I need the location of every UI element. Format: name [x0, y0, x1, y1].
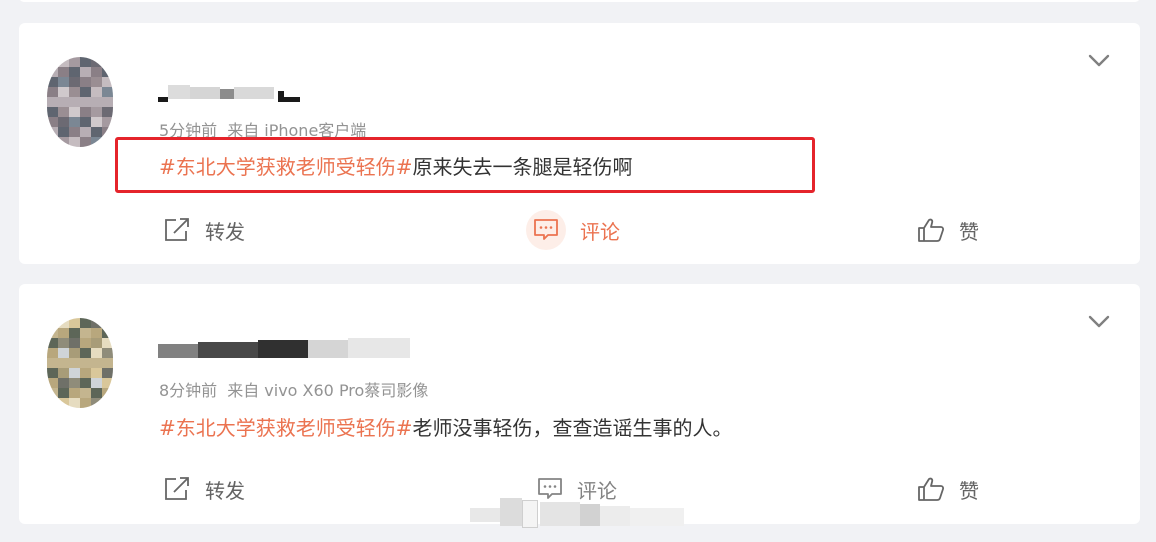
comment-label: 评论: [580, 219, 620, 244]
topic-link[interactable]: #东北大学获救老师受轻伤#: [159, 416, 413, 440]
chevron-down-icon[interactable]: [1088, 53, 1110, 67]
repost-button[interactable]: 转发: [163, 474, 245, 504]
comment-label: 评论: [577, 478, 617, 503]
post-source: 来自 vivo X60 Pro蔡司影像: [227, 381, 429, 400]
comment-icon: [526, 210, 566, 250]
avatar[interactable]: [47, 318, 113, 408]
thumbs-up-icon: [917, 476, 945, 502]
like-label: 赞: [959, 478, 979, 503]
username-blurred[interactable]: [158, 336, 410, 360]
comment-button[interactable]: 评论: [526, 210, 620, 250]
post-meta: 8分钟前 来自 vivo X60 Pro蔡司影像: [159, 377, 428, 401]
post-body-text: 老师没事轻伤，查查造谣生事的人。: [412, 416, 733, 440]
share-icon: [163, 217, 191, 243]
like-label: 赞: [959, 219, 979, 244]
action-bar: 转发 评论 赞: [19, 474, 1140, 504]
chevron-down-icon[interactable]: [1088, 314, 1110, 328]
post-card: 5分钟前 来自 iPhone客户端 #东北大学获救老师受轻伤#原来失去一条腿是轻伤…: [19, 23, 1140, 264]
avatar[interactable]: [47, 57, 113, 147]
post-card: 8分钟前 来自 vivo X60 Pro蔡司影像 #东北大学获救老师受轻伤#老师没…: [19, 284, 1140, 524]
highlight-annotation-box: [115, 137, 815, 193]
post-content: #东北大学获救老师受轻伤#老师没事轻伤，查查造谣生事的人。: [159, 412, 733, 441]
repost-label: 转发: [205, 219, 245, 244]
repost-button[interactable]: 转发: [163, 215, 245, 245]
post-time: 8分钟前: [159, 381, 218, 400]
previous-post-card: [19, 0, 1140, 2]
action-bar: 转发 评论 赞: [19, 210, 1140, 250]
username-blurred[interactable]: [158, 83, 300, 107]
share-icon: [163, 476, 191, 502]
repost-label: 转发: [205, 478, 245, 503]
comment-icon: [537, 477, 563, 501]
like-button[interactable]: 赞: [917, 215, 979, 245]
like-button[interactable]: 赞: [917, 474, 979, 504]
thumbs-up-icon: [917, 217, 945, 243]
comment-button[interactable]: 评论: [537, 474, 617, 504]
